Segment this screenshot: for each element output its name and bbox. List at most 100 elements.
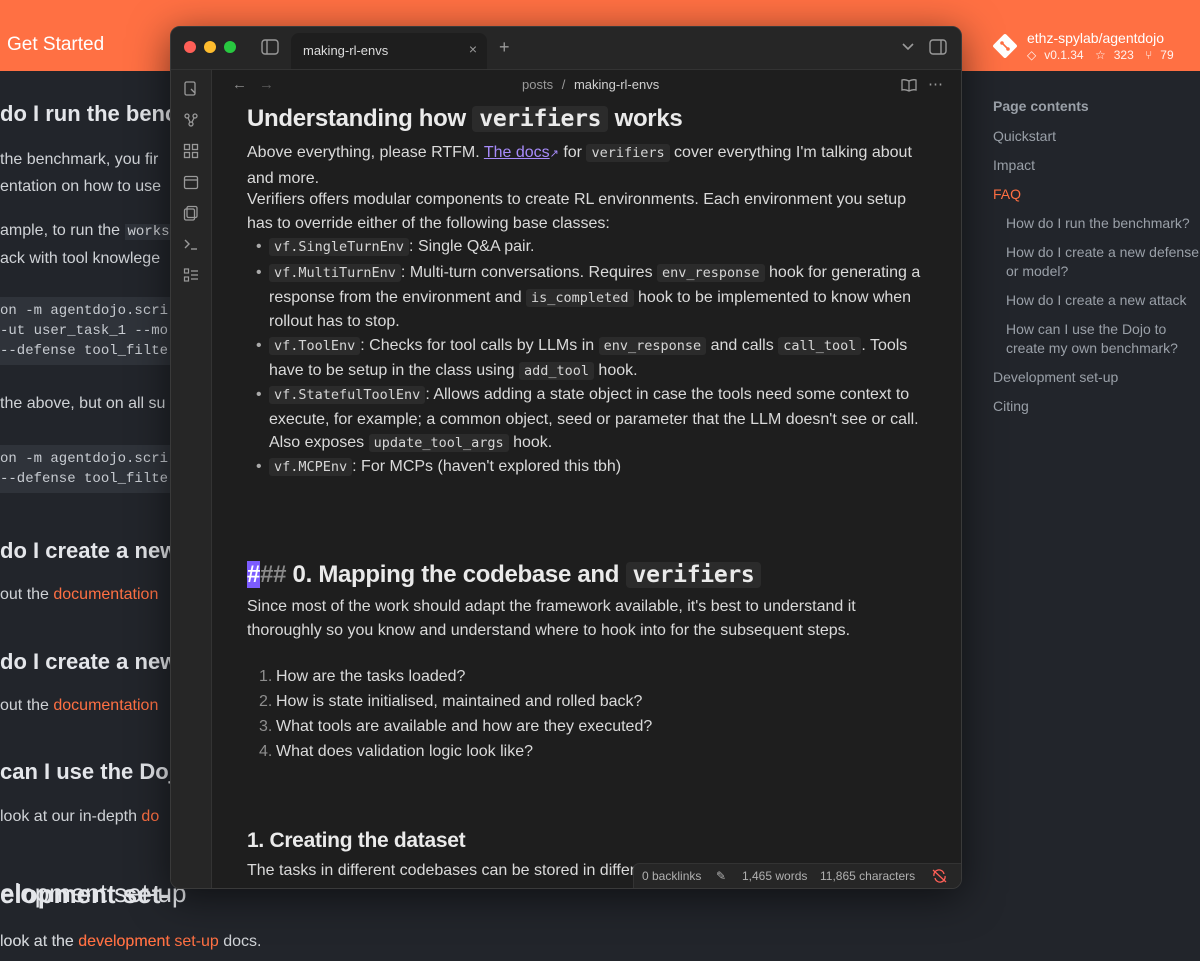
close-window-button[interactable] (184, 41, 196, 53)
list-text: hook. (508, 434, 553, 451)
left-ribbon (171, 70, 212, 888)
docs-link[interactable]: do (141, 808, 159, 825)
chevron-down-icon[interactable] (901, 42, 915, 52)
list-number: 3. (259, 718, 273, 735)
heading-run-benchmark: do I run the benchm (0, 101, 170, 126)
graph-view-icon[interactable] (183, 112, 199, 128)
heading-new-attack: do I create a new a (0, 649, 170, 674)
list-number: 4. (259, 743, 273, 760)
toc-item-development[interactable]: Development set-up (993, 367, 1118, 387)
development-setup-link[interactable]: development set-up (78, 933, 219, 950)
breadcrumb-folder[interactable]: posts (522, 77, 553, 92)
list-text: : Checks for tool calls by LLMs in (360, 337, 599, 354)
tab-title: making-rl-envs (303, 43, 389, 58)
copy-icon[interactable] (183, 205, 199, 221)
bullet: • (256, 386, 262, 403)
doc-paragraph: out the documentation (0, 697, 158, 715)
breadcrumb-file[interactable]: making-rl-envs (574, 77, 659, 92)
canvas-icon[interactable] (183, 143, 199, 159)
inline-code: works (124, 224, 170, 240)
para-text: for (558, 144, 587, 161)
calendar-icon[interactable] (183, 174, 199, 190)
right-sidebar-toggle-icon[interactable] (929, 39, 947, 55)
title-bar: making-rl-envs × + (171, 27, 961, 70)
list-text: How is state initialised, maintained and… (276, 693, 643, 710)
doc-text: look at the (0, 933, 79, 950)
breadcrumb: posts / making-rl-envs (522, 77, 659, 92)
toc-item-quickstart[interactable]: Quickstart (993, 126, 1056, 146)
toc-item-new-defense-cont[interactable]: or model? (1006, 261, 1068, 281)
inline-code: vf.MCPEnv (269, 458, 353, 476)
pencil-icon[interactable]: ✎ (716, 869, 726, 883)
heading-code: verifiers (625, 562, 762, 588)
bullet: • (256, 264, 262, 281)
tab-close-icon[interactable]: × (469, 41, 477, 57)
back-arrow-icon[interactable]: ← (232, 76, 247, 93)
toc-item-dojo-cont[interactable]: create my own benchmark? (1006, 338, 1178, 358)
inline-code: is_completed (526, 288, 634, 307)
word-count: 1,465 words (742, 869, 808, 883)
toc-item-new-attack[interactable]: How do I create a new attack (1006, 290, 1187, 310)
inline-code: env_response (598, 337, 707, 355)
doc-paragraph-dev: look at the development set-up docs. (0, 933, 262, 951)
note-paragraph: Verifiers offers modular components to c… (247, 191, 907, 232)
obsidian-window: making-rl-envs × + ← → posts / making-rl… (170, 26, 962, 889)
code-line: -ut user_task_1 --mo (0, 323, 169, 339)
inline-code: call_tool (778, 337, 862, 355)
heading-text: 0. Mapping the codebase and (292, 561, 626, 588)
toc-item-citing[interactable]: Citing (993, 396, 1029, 416)
list-text: and calls (706, 337, 779, 354)
forward-arrow-icon[interactable]: → (259, 76, 274, 93)
inline-code: vf.MultiTurnEnv (269, 264, 401, 282)
toc-item-run-benchmark[interactable]: How do I run the benchmark? (1006, 213, 1190, 233)
note-paragraph: Above everything, please RTFM. The docs↗… (247, 141, 927, 190)
doc-paragraph: the above, but on all su (0, 395, 166, 412)
doc-paragraph: out the documentation (0, 586, 158, 604)
doc-text: out the (0, 697, 54, 714)
sync-off-icon[interactable] (932, 869, 947, 883)
inline-code: vf.SingleTurnEnv (269, 238, 410, 256)
heading-markup: ## (260, 561, 293, 588)
documentation-link[interactable]: documentation (53, 697, 158, 714)
list-number: 1. (259, 668, 273, 685)
documentation-link[interactable]: documentation (53, 586, 158, 603)
inline-code: vf.ToolEnv (269, 337, 361, 355)
note-heading-3: 1. Creating the dataset (247, 829, 466, 852)
code-line: --defense tool_filte (0, 343, 169, 359)
heading-text: works (608, 105, 683, 132)
get-started-link[interactable]: Get Started (7, 34, 104, 56)
code-block: on -m agentdojo.scri --defense tool_filt… (0, 445, 170, 493)
zoom-window-button[interactable] (224, 41, 236, 53)
repo-name: ethz-spylab/agentdojo (1027, 30, 1164, 46)
list-number: 2. (259, 693, 273, 710)
heading-code: verifiers (472, 106, 609, 132)
note-heading-2: ### 0. Mapping the codebase and verifier… (247, 561, 762, 588)
docs-external-link[interactable]: The docs (484, 144, 550, 161)
bullet: • (256, 238, 262, 255)
reading-view-icon[interactable] (901, 78, 917, 92)
toc-item-impact[interactable]: Impact (993, 155, 1035, 175)
new-tab-icon[interactable]: + (499, 37, 510, 58)
tab-making-rl-envs[interactable]: making-rl-envs × (291, 33, 487, 69)
more-options-icon[interactable]: ⋯ (928, 75, 943, 93)
quick-switcher-icon[interactable] (183, 81, 199, 97)
backlinks-count[interactable]: 0 backlinks (642, 869, 701, 883)
bullet: • (256, 458, 262, 475)
doc-text: look at our in-depth (0, 808, 142, 825)
outline-icon[interactable] (183, 267, 199, 283)
toc-item-faq[interactable]: FAQ (993, 184, 1021, 204)
sidebar-toggle-icon[interactable] (261, 39, 279, 55)
minimize-window-button[interactable] (204, 41, 216, 53)
heading-development-full: elopment set-up (0, 878, 187, 908)
ordered-list-item: 2. How is state initialised, maintained a… (259, 690, 936, 714)
status-bar: 0 backlinks ✎ 1,465 words 11,865 charact… (633, 863, 961, 888)
toc-item-new-defense[interactable]: How do I create a new defense (1006, 242, 1199, 262)
inline-code: add_tool (518, 361, 594, 380)
repo-stars: 323 (1113, 48, 1134, 62)
inline-code: env_response (657, 264, 765, 282)
terminal-icon[interactable] (183, 236, 199, 252)
note-heading-1: Understanding how verifiers works (247, 105, 683, 132)
star-icon: ☆ (1094, 48, 1106, 62)
toc-item-dojo[interactable]: How can I use the Dojo to (1006, 319, 1166, 339)
doc-paragraph: entation on how to use (0, 178, 162, 195)
